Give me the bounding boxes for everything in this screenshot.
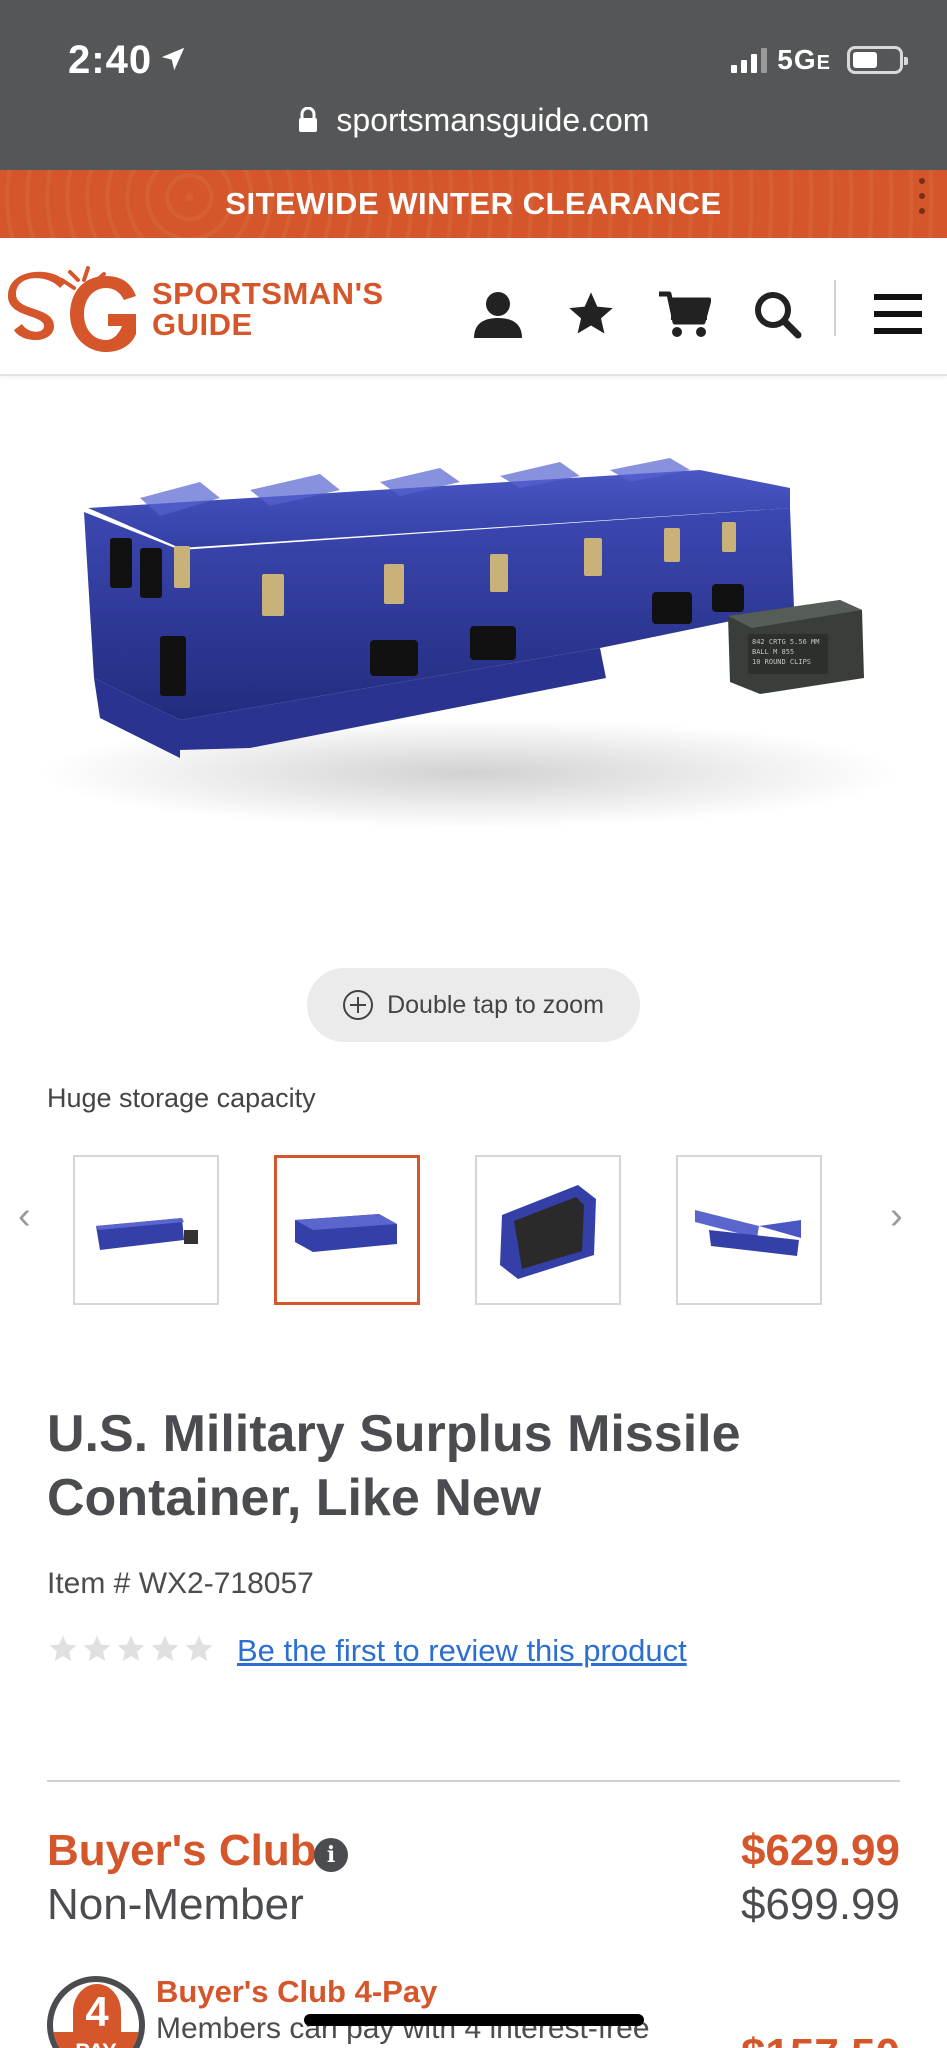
buyers-club-label[interactable]: Buyer's Club [47, 1826, 317, 1876]
info-icon[interactable]: i [314, 1838, 348, 1872]
menu-hamburger-icon[interactable] [870, 286, 926, 342]
lock-icon [298, 106, 317, 132]
zoom-plus-icon [343, 990, 374, 1020]
more-dots-icon[interactable] [919, 178, 925, 214]
site-header: SPORTSMAN'S GUIDE [0, 238, 947, 376]
thumbnail-prev-arrow[interactable]: ‹ [18, 1195, 31, 1238]
cart-icon[interactable] [656, 286, 712, 342]
star-icon [151, 1635, 179, 1661]
thumbnail-next-arrow[interactable]: › [890, 1195, 903, 1238]
product-image[interactable]: 842 CRTG 5.56 MM BALL M 855 10 ROUND CLIPS [0, 378, 947, 948]
address-bar[interactable]: sportsmansguide.com [0, 102, 947, 139]
rating-stars [47, 1633, 215, 1665]
section-divider [47, 1780, 900, 1782]
location-arrow-icon [161, 47, 185, 71]
four-pay-badge-icon: 4 PAY [47, 1976, 145, 2048]
thumbnail-4[interactable] [676, 1155, 822, 1305]
thumbnail-image [96, 1218, 198, 1250]
star-icon [185, 1635, 213, 1661]
sg-logo-icon[interactable] [8, 266, 144, 356]
thumbnail-image [500, 1185, 596, 1279]
home-indicator[interactable] [304, 2014, 644, 2026]
zoom-hint-button[interactable]: Double tap to zoom [307, 968, 640, 1042]
thumbnail-3[interactable] [475, 1155, 621, 1305]
header-divider [834, 280, 836, 336]
svg-text:BALL M 855: BALL M 855 [752, 648, 794, 656]
item-number: Item # WX2-718057 [47, 1567, 314, 1600]
status-bar: 2:40 5GE sportsmansguide.com [0, 0, 947, 170]
status-time: 2:40 [68, 38, 153, 82]
svg-text:842 CRTG 5.56 MM: 842 CRTG 5.56 MM [752, 638, 819, 646]
buyers-club-price: $629.99 [740, 1826, 900, 1875]
cellular-signal-icon [731, 47, 768, 73]
star-icon [49, 1635, 77, 1661]
nonmember-price: $699.99 [740, 1880, 900, 1929]
star-icon [83, 1635, 111, 1661]
thumbnail-1[interactable] [73, 1155, 219, 1305]
battery-icon [847, 46, 908, 74]
product-title: U.S. Military Surplus Missile Container,… [47, 1405, 741, 1527]
thumbnail-2[interactable] [274, 1155, 420, 1305]
search-icon[interactable] [749, 286, 805, 342]
zoom-hint-text: Double tap to zoom [387, 990, 604, 1019]
thumbnail-image [295, 1214, 397, 1252]
star-icon [117, 1635, 145, 1661]
promo-banner[interactable]: SITEWIDE WINTER CLEARANCE [0, 170, 947, 238]
image-caption: Huge storage capacity [47, 1083, 316, 1113]
status-indicators: 5GE [731, 44, 908, 76]
four-pay-price: $157.50 [741, 2030, 900, 2048]
thumbnail-image [695, 1210, 801, 1256]
write-review-link[interactable]: Be the first to review this product [237, 1633, 687, 1669]
nonmember-label: Non-Member [47, 1880, 304, 1929]
four-pay-title[interactable]: Buyer's Club 4-Pay [156, 1974, 437, 2010]
network-type: 5GE [777, 44, 831, 75]
logo-wordmark[interactable]: SPORTSMAN'S GUIDE [152, 278, 384, 340]
promo-text: SITEWIDE WINTER CLEARANCE [225, 186, 722, 221]
account-icon[interactable] [470, 286, 526, 342]
svg-text:10 ROUND CLIPS: 10 ROUND CLIPS [752, 658, 811, 666]
favorites-star-icon[interactable] [563, 286, 619, 342]
url-text: sportsmansguide.com [336, 102, 650, 138]
